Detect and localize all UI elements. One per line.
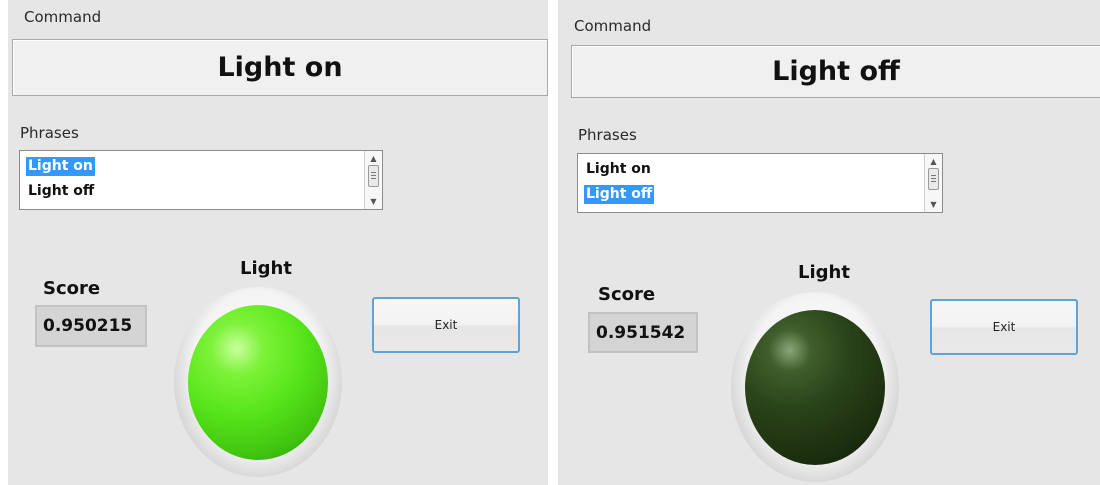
scroll-up-icon[interactable]: ▲ [365,154,382,163]
light-label: Light [240,258,292,279]
grip-line [371,178,376,179]
phrases-label: Phrases [578,126,637,144]
phrases-listbox[interactable]: Light on Light off ▲ ▼ [577,153,943,213]
scroll-down-icon[interactable]: ▼ [925,200,942,209]
list-item-light-off[interactable]: Light off [26,182,96,201]
phrases-label: Phrases [20,124,79,142]
scroll-thumb[interactable] [368,165,379,187]
command-label: Command [24,8,102,26]
phrases-scrollbar[interactable]: ▲ ▼ [364,151,382,209]
score-display: 0.951542 [588,312,698,353]
exit-button[interactable]: Exit [930,299,1078,355]
scroll-up-icon[interactable]: ▲ [925,157,942,166]
scroll-down-icon[interactable]: ▼ [365,197,382,206]
light-indicator-lamp [745,310,885,465]
phrases-scrollbar[interactable]: ▲ ▼ [924,154,942,212]
left-panel: Command Light on Phrases Light on Light … [8,0,548,485]
grip-line [371,175,376,176]
score-display: 0.950215 [35,305,147,347]
command-display: Light on [12,39,548,96]
list-item-light-on[interactable]: Light on [584,160,653,179]
score-label: Score [598,284,656,305]
command-label: Command [574,17,652,35]
scroll-thumb[interactable] [928,168,939,190]
light-indicator-lamp [188,305,328,460]
grip-line [931,175,936,176]
light-label: Light [798,262,850,283]
right-panel: Command Light off Phrases Light on Light… [558,0,1100,485]
phrases-listbox[interactable]: Light on Light off ▲ ▼ [19,150,383,210]
command-display: Light off [571,45,1100,98]
list-item-light-off[interactable]: Light off [584,185,655,204]
grip-line [931,181,936,182]
grip-line [931,178,936,179]
list-item-light-on[interactable]: Light on [26,157,95,176]
grip-line [371,172,376,173]
exit-button[interactable]: Exit [372,297,520,353]
score-label: Score [43,278,101,299]
